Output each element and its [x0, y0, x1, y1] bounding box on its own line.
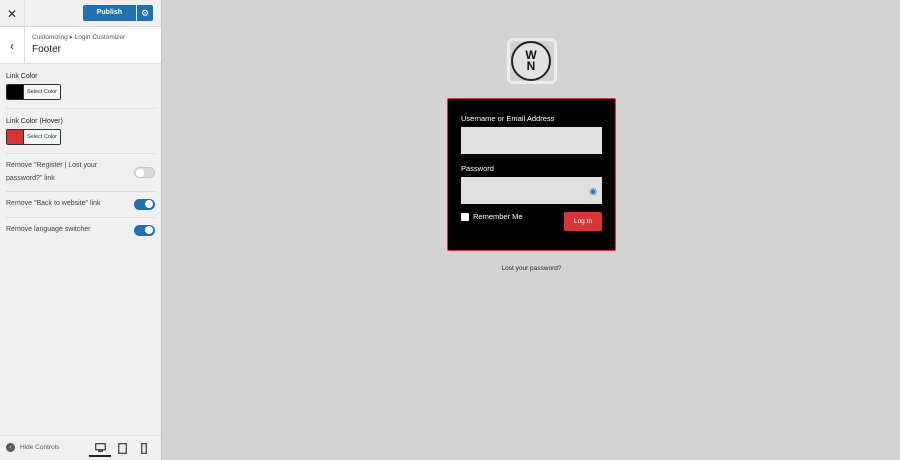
customizer-footer: ‹ Hide Controls: [0, 435, 161, 460]
toggle-label: Remove "Back to website" link: [6, 200, 101, 208]
link-color-hover-label: Link Color (Hover): [6, 118, 63, 125]
toggle-knob: [136, 168, 144, 177]
customizer-sidebar: ✕ Publish ⚙ ‹ Customizing ▸ Login Custom…: [0, 0, 162, 460]
toggle-switch[interactable]: [134, 224, 155, 236]
back-arrow-icon[interactable]: ‹: [0, 27, 25, 64]
username-input[interactable]: [461, 127, 602, 154]
device-switcher: [89, 440, 155, 457]
lost-password-link[interactable]: Lost your password?: [447, 265, 616, 272]
password-input[interactable]: ◉: [461, 177, 602, 204]
toggle-switch[interactable]: [134, 198, 155, 210]
site-logo[interactable]: W N: [511, 41, 551, 81]
link-color-control: Link Color Select Color: [6, 64, 155, 109]
toggle-switch[interactable]: [134, 167, 155, 179]
close-icon[interactable]: ✕: [0, 0, 25, 27]
eye-icon[interactable]: ◉: [589, 186, 597, 197]
customizer-header: ✕ Publish ⚙: [0, 0, 161, 27]
remember-label: Remember Me: [473, 212, 523, 221]
link-color-hover-swatch[interactable]: [7, 130, 24, 144]
username-label: Username or Email Address: [461, 114, 555, 123]
hide-controls-button[interactable]: ‹ Hide Controls: [6, 443, 59, 452]
toggle-knob: [145, 226, 153, 235]
link-color-swatch[interactable]: [7, 85, 24, 99]
hide-controls-label: Hide Controls: [20, 444, 60, 451]
link-color-hover-control: Link Color (Hover) Select Color: [6, 109, 155, 154]
gear-icon[interactable]: ⚙: [137, 5, 153, 21]
toggle-label: Remove "Register | Lost your password?" …: [6, 162, 98, 182]
link-color-picker[interactable]: Select Color: [6, 84, 61, 100]
section-title: Footer: [32, 44, 61, 55]
tablet-icon[interactable]: [111, 440, 133, 457]
link-color-hover-select-button[interactable]: Select Color: [24, 130, 60, 144]
link-color-label: Link Color: [6, 73, 38, 80]
publish-group: Publish ⚙: [82, 5, 153, 21]
mobile-icon[interactable]: [133, 440, 155, 457]
logo-letter-bottom: N: [526, 59, 536, 73]
form-actions: Remember Me Log In: [461, 212, 602, 231]
link-color-select-button[interactable]: Select Color: [24, 85, 60, 99]
toggle-row-register-link: Remove "Register | Lost your password?" …: [6, 154, 155, 193]
breadcrumb: Customizing ▸ Login Customizer: [32, 34, 126, 41]
collapse-icon: ‹: [6, 443, 15, 452]
desktop-icon[interactable]: [89, 440, 111, 457]
remember-checkbox[interactable]: [461, 212, 469, 221]
toggle-knob: [145, 200, 153, 209]
remember-me[interactable]: Remember Me: [461, 212, 523, 221]
login-form: Username or Email Address Password ◉ Rem…: [447, 98, 616, 251]
publish-button[interactable]: Publish: [82, 5, 136, 21]
toggle-label: Remove language switcher: [6, 225, 91, 233]
login-button[interactable]: Log In: [564, 212, 602, 231]
link-color-hover-picker[interactable]: Select Color: [6, 129, 61, 145]
login-preview: W N Username or Email Address Password ◉…: [162, 0, 900, 460]
section-header: ‹ Customizing ▸ Login Customizer Footer: [0, 27, 161, 64]
toggle-row-language-switcher: Remove language switcher: [6, 218, 155, 243]
controls-list: Link Color Select Color Link Color (Hove…: [0, 64, 161, 242]
toggle-row-back-link: Remove "Back to website" link: [6, 192, 155, 218]
password-label: Password: [461, 164, 494, 173]
